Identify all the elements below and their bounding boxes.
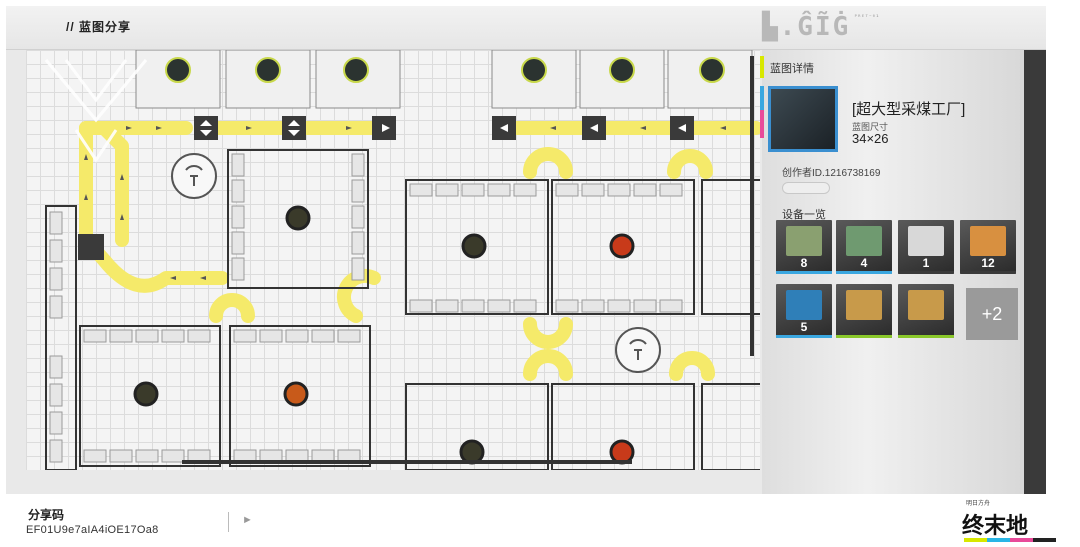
top-bar: // 蓝图分享 ▙.ĜĨĠ ᴾᴿᴱᵀ⁻⁰¹ [6,6,1046,50]
section-title-detail: 蓝图详情 [770,63,814,75]
device-strip [836,271,892,274]
storage-tower-icon [908,226,944,256]
accent-yellow [760,56,764,78]
panel-right-strip [1024,50,1046,494]
belt-machine-icon [786,226,822,256]
filter-tower-icon [970,226,1006,256]
bottom-bar: 分享码 EF01U9e7aIA4iOE17Oa8 ► 明日方舟 终末地 [0,494,1080,547]
game-watermark [44,59,148,163]
belt-arc [523,317,573,349]
blueprint-drawing [44,50,760,470]
device-strip [898,271,954,274]
device-strip [776,335,832,338]
device-card[interactable] [898,284,954,338]
device-count: 8 [800,256,808,270]
belt-arc [337,269,381,323]
green-pad-icon [846,290,882,320]
green-pad-2-icon [908,290,944,320]
deco-code-text: ▙.ĜĨĠ [762,12,851,42]
device-card[interactable]: 4 [836,220,892,274]
share-code-label: 分享码 [28,508,65,522]
screen-frame: // 蓝图分享 ▙.ĜĨĠ ᴾᴿᴱᵀ⁻⁰¹ 蓝图详情 [超大型采煤工厂] 蓝图尺… [6,6,1046,494]
canvas-scrollbar-vertical[interactable] [750,56,754,356]
belt-arc [523,349,573,381]
belt-arc [667,149,713,179]
belt-module-icon [846,226,882,256]
top-buildings [135,50,753,109]
device-card[interactable]: 1 [898,220,954,274]
belt-arc [669,351,715,381]
creator-tag-pill [782,182,830,194]
device-strip [898,335,954,338]
size-value: 34×26 [852,131,889,146]
belt-arc [209,293,255,323]
device-card[interactable]: 12 [960,220,1016,274]
accent-blue [760,86,764,110]
logo-color-bar [964,538,1056,542]
device-count: 12 [981,256,995,270]
device-strip [776,271,832,274]
device-strip [836,335,892,338]
logo-subtitle: 明日方舟 [966,501,991,507]
bottom-divider [228,512,229,532]
blueprint-name: [超大型采煤工厂] [852,101,966,118]
device-count: 4 [860,256,868,270]
belt-segment [79,233,229,293]
device-count: 1 [922,256,930,270]
more-devices-button[interactable]: +2 [966,288,1018,340]
canvas-scrollbar-horizontal[interactable] [182,460,632,464]
blueprint-canvas[interactable] [26,50,760,470]
accent-pink [760,110,764,138]
device-card[interactable] [836,284,892,338]
deco-small-text: ᴾᴿᴱᵀ⁻⁰¹ [854,14,880,21]
play-icon[interactable]: ► [242,514,253,526]
belt-arc [523,147,573,179]
blue-platform-icon [786,290,822,320]
rim-slots [49,153,683,463]
share-code-value[interactable]: EF01U9e7aIA4iOE17Oa8 [26,524,159,536]
device-count: 5 [800,320,808,334]
device-card[interactable]: 5 [776,284,832,338]
game-logo: 终末地 [962,513,1029,538]
creator-id: 创作者ID.1216738169 [782,168,881,179]
device-card[interactable]: 8 [776,220,832,274]
device-strip [960,271,1016,274]
blueprint-thumbnail [768,86,838,152]
page-title: // 蓝图分享 [66,20,132,34]
